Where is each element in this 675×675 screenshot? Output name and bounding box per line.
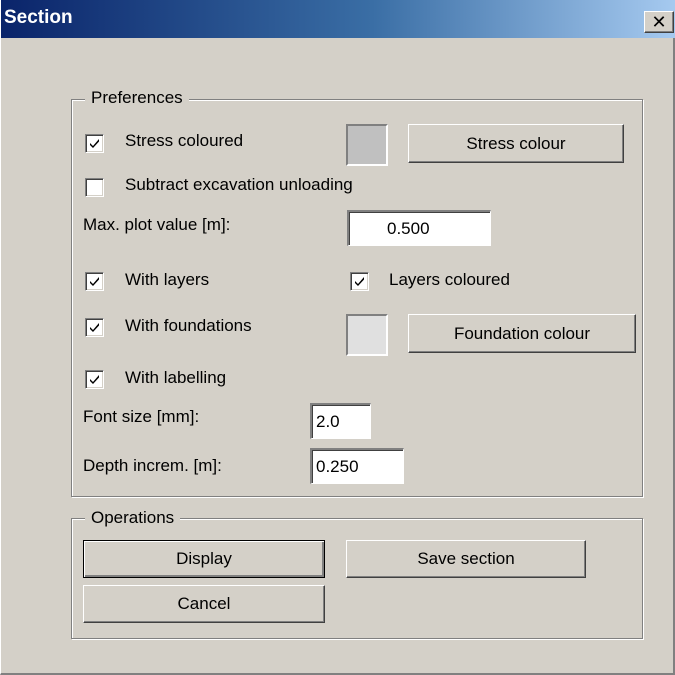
max-plot-value-label: Max. plot value [m]: — [83, 215, 231, 234]
subtract-excavation-label: Subtract excavation unloading — [125, 175, 353, 194]
close-button[interactable]: ✕ — [644, 11, 674, 33]
with-labelling-checkbox[interactable] — [85, 370, 104, 389]
max-plot-value-text: 0.500 — [387, 218, 430, 238]
checkmark-icon — [355, 277, 364, 286]
max-plot-value-input[interactable]: 0.500 — [347, 210, 491, 246]
preferences-group-label: Preferences — [85, 88, 189, 108]
with-layers-label: With layers — [125, 270, 210, 289]
checkmark-icon — [90, 323, 99, 332]
font-size-input[interactable]: 2.0 — [310, 403, 371, 439]
stress-colour-swatch — [346, 124, 388, 166]
display-button[interactable]: Display — [83, 540, 325, 578]
checkmark-icon — [90, 375, 99, 384]
font-size-text: 2.0 — [316, 411, 340, 431]
checkmark-icon — [90, 139, 99, 148]
depth-increm-text: 0.250 — [316, 456, 359, 476]
depth-increm-label: Depth increm. [m]: — [83, 456, 222, 475]
close-icon: ✕ — [651, 12, 667, 32]
layers-coloured-label: Layers coloured — [389, 270, 510, 289]
window-title: Section — [4, 7, 73, 28]
save-section-button[interactable]: Save section — [346, 540, 586, 578]
with-foundations-label: With foundations — [125, 316, 252, 335]
foundation-colour-swatch — [346, 314, 388, 356]
operations-group-label: Operations — [85, 508, 181, 528]
with-labelling-label: With labelling — [125, 368, 227, 387]
foundation-colour-button[interactable]: Foundation colour — [408, 314, 636, 353]
depth-increm-input[interactable]: 0.250 — [310, 448, 404, 484]
title-bar: Section ✕ — [1, 0, 675, 38]
stress-coloured-checkbox[interactable] — [85, 134, 104, 153]
section-dialog: Section ✕ Preferences Stress coloured St… — [0, 0, 675, 675]
checkmark-icon — [90, 277, 99, 286]
with-foundations-checkbox[interactable] — [85, 318, 104, 337]
with-layers-checkbox[interactable] — [85, 272, 104, 291]
layers-coloured-checkbox[interactable] — [350, 272, 369, 291]
font-size-label: Font size [mm]: — [83, 407, 200, 426]
cancel-button[interactable]: Cancel — [83, 585, 325, 623]
stress-coloured-label: Stress coloured — [125, 131, 244, 150]
stress-colour-button[interactable]: Stress colour — [408, 124, 624, 163]
subtract-excavation-checkbox[interactable] — [85, 178, 104, 197]
